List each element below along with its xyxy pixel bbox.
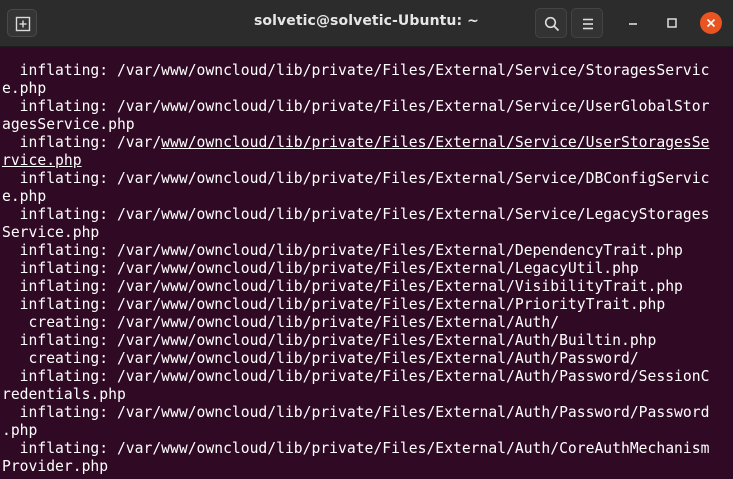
minimize-button[interactable] (622, 12, 644, 34)
output-line: inflating: /var/www/owncloud/lib/private… (2, 260, 639, 277)
search-icon (544, 16, 560, 32)
output-line: inflating: /var/www/owncloud/lib/private… (2, 332, 657, 349)
output-line: inflating: /var/www/owncloud/lib/private… (2, 278, 683, 295)
output-line: inflating: /var/www/owncloud/lib/private… (2, 98, 710, 115)
terminal-output[interactable]: inflating: /var/www/owncloud/lib/private… (0, 47, 733, 479)
hamburger-menu-icon (583, 18, 593, 30)
output-line: inflating: /var/www/owncloud/lib/private… (2, 404, 710, 421)
output-line: inflating: /var/www/owncloud/lib/private… (2, 170, 710, 187)
output-line: creating: /var/www/owncloud/lib/private/… (2, 350, 639, 367)
output-line: agesService.php (2, 116, 135, 133)
output-line: inflating: /var/www/owncloud/lib/private… (2, 296, 666, 313)
path-link[interactable]: www/owncloud/lib/private/Files/External/… (161, 134, 709, 151)
output-line: inflating: /var/www/owncloud/lib/private… (2, 134, 710, 151)
output-line: inflating: /var/www/owncloud/lib/private… (2, 368, 710, 385)
menu-button[interactable] (571, 8, 603, 38)
output-line: inflating: /var/www/owncloud/lib/private… (2, 242, 683, 259)
search-button[interactable] (535, 8, 567, 38)
output-line: rvice.php (0, 152, 733, 170)
output-line: Provider.php (2, 458, 109, 475)
output-line: Service.php (2, 224, 100, 241)
output-line: redentials.php (2, 386, 126, 403)
output-line: inflating: /var/www/owncloud/lib/private… (2, 440, 710, 457)
output-line: e.php (2, 188, 47, 205)
title-bar: solvetic@solvetic-Ubuntu: ~ (0, 0, 733, 47)
maximize-button[interactable] (661, 12, 683, 34)
output-line: inflating: /var/www/owncloud/lib/private… (2, 206, 710, 223)
maximize-icon (667, 18, 677, 28)
minimize-icon (629, 23, 637, 25)
path-link[interactable]: rvice.php (2, 152, 82, 169)
close-icon (706, 18, 716, 28)
close-button[interactable] (700, 12, 722, 34)
output-line: creating: /var/www/owncloud/lib/private/… (2, 314, 560, 331)
output-line: e.php (2, 80, 47, 97)
terminal-window: solvetic@solvetic-Ubuntu: ~ inflating: /… (0, 0, 733, 479)
output-line: .php (2, 422, 38, 439)
output-line: inflating: /var/www/owncloud/lib/private… (2, 62, 710, 79)
